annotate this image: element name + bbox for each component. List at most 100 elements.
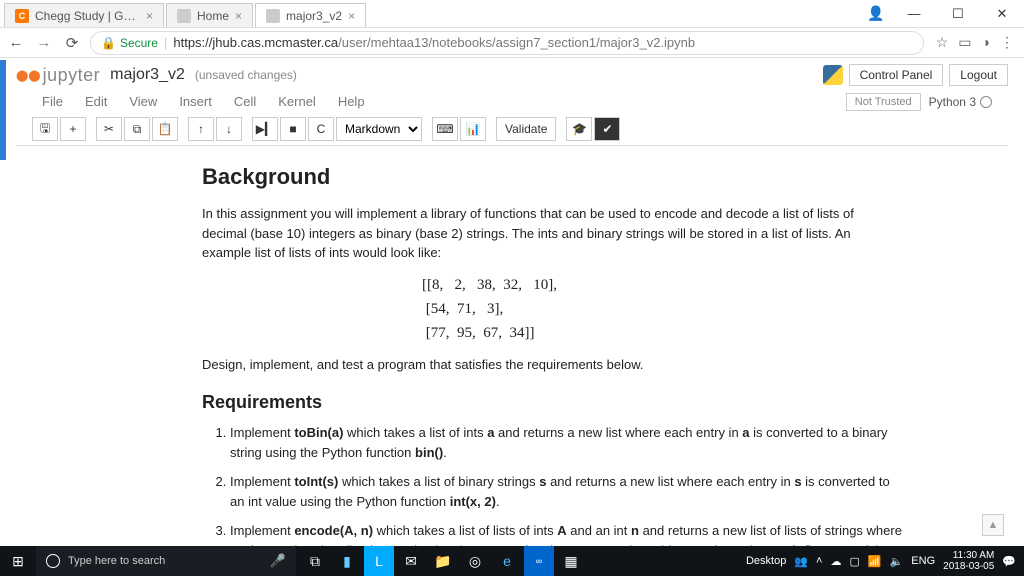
tray-volume-icon[interactable]: 🔈 (890, 555, 904, 568)
left-edge-highlight (0, 60, 6, 160)
taskbar-apps: ⧉ ▮ L ✉ 📁 ◎ e ∞ ▦ (296, 546, 590, 576)
restart-button[interactable]: C (308, 117, 334, 141)
edge-icon[interactable]: e (492, 546, 522, 576)
browser-tab-home[interactable]: Home × (166, 3, 253, 27)
requirements-list: Implement toBin(a) which takes a list of… (230, 423, 902, 546)
tray-lang[interactable]: ENG (911, 555, 935, 567)
forward-button[interactable]: → (34, 34, 54, 51)
example-matrix: [[8, 2, 38, 32, 10], [54, 71, 3], [77, 9… (422, 273, 902, 345)
tab-title: Home (197, 9, 229, 23)
menu-help[interactable]: Help (328, 90, 375, 113)
window-controls: — ☐ ✕ (892, 0, 1024, 27)
cortana-icon (46, 554, 60, 568)
extension-icon[interactable]: ◑ (982, 34, 990, 51)
kernel-status-icon (980, 96, 992, 108)
addressbar-actions: ☆ ▭ ◑ ⋮ (932, 34, 1018, 51)
favicon-jupyter (266, 9, 280, 23)
heading-background: Background (202, 164, 902, 190)
app-icon[interactable]: ▦ (556, 546, 586, 576)
logout-button[interactable]: Logout (949, 64, 1008, 86)
browser-tab-chegg[interactable]: C Chegg Study | Guided So × (4, 3, 164, 27)
scroll-top-button[interactable]: ▲ (982, 514, 1004, 536)
keyboard-button[interactable]: ⌨ (432, 117, 458, 141)
app-icon[interactable]: ∞ (524, 546, 554, 576)
run-button[interactable]: ▶▎ (252, 117, 278, 141)
tray-clock[interactable]: 11:30 AM 2018-03-05 (943, 550, 994, 572)
mail-icon[interactable]: ✉ (396, 546, 426, 576)
secure-badge: 🔒 Secure (101, 36, 158, 50)
validate-button[interactable]: Validate (496, 117, 556, 141)
back-button[interactable]: ← (6, 34, 26, 51)
copy-button[interactable]: ⧉ (124, 117, 150, 141)
tray-wifi-icon[interactable]: 📶 (868, 555, 882, 568)
stop-button[interactable]: ■ (280, 117, 306, 141)
move-up-button[interactable]: ↑ (188, 117, 214, 141)
reload-button[interactable]: ⟳ (62, 34, 82, 52)
tab-close-icon[interactable]: × (146, 9, 153, 23)
tray-notifications-icon[interactable]: 💬 (1002, 555, 1016, 568)
add-cell-button[interactable]: + (60, 117, 86, 141)
desktop-label[interactable]: Desktop (746, 555, 786, 567)
menu-kernel[interactable]: Kernel (268, 90, 326, 113)
control-panel-button[interactable]: Control Panel (849, 64, 944, 86)
tab-title: major3_v2 (286, 9, 342, 23)
tab-title: Chegg Study | Guided So (35, 9, 140, 23)
search-placeholder: Type here to search (68, 555, 165, 567)
maximize-button[interactable]: ☐ (936, 0, 980, 27)
browser-addressbar: ← → ⟳ 🔒 Secure | https://jhub.cas.mcmast… (0, 28, 1024, 58)
taskbar-search[interactable]: Type here to search 🎤 (36, 546, 296, 576)
app-icon[interactable]: ▮ (332, 546, 362, 576)
star-icon[interactable]: ☆ (936, 34, 949, 51)
mic-icon[interactable]: 🎤 (270, 553, 286, 569)
notebook-name[interactable]: major3_v2 (110, 66, 185, 84)
list-item: Implement toInt(s) which takes a list of… (230, 472, 902, 511)
secure-label: Secure (120, 36, 158, 50)
present-button[interactable]: 🎓 (566, 117, 592, 141)
tab-close-icon[interactable]: × (235, 9, 242, 23)
url-text: https://jhub.cas.mcmaster.ca/user/mehtaa… (173, 35, 695, 50)
chrome-icon[interactable]: ◎ (460, 546, 490, 576)
python-logo-icon (823, 65, 843, 85)
jupyter-logo[interactable]: ⬤⬤ jupyter (16, 65, 100, 86)
profile-icon[interactable]: 👤 (860, 0, 892, 27)
save-button[interactable]: 🖫 (32, 117, 58, 141)
paste-button[interactable]: 📋 (152, 117, 178, 141)
kernel-indicator[interactable]: Python 3 (929, 95, 992, 109)
menu-view[interactable]: View (119, 90, 167, 113)
not-trusted-badge[interactable]: Not Trusted (846, 93, 921, 111)
tray-battery-icon[interactable]: ▢ (849, 555, 859, 568)
menu-insert[interactable]: Insert (169, 90, 222, 113)
browser-titlebar: C Chegg Study | Guided So × Home × major… (0, 0, 1024, 28)
chart-button[interactable]: 📊 (460, 117, 486, 141)
paragraph: Design, implement, and test a program th… (202, 355, 902, 375)
app-icon[interactable]: L (364, 546, 394, 576)
move-down-button[interactable]: ↓ (216, 117, 242, 141)
notebook-scroll-area[interactable]: Background In this assignment you will i… (0, 146, 1024, 546)
jupyter-header: ⬤⬤ jupyter major3_v2 (unsaved changes) C… (0, 58, 1024, 146)
tray-chevron-icon[interactable]: ˄ (816, 555, 822, 567)
tab-close-icon[interactable]: × (348, 9, 355, 23)
celltype-select[interactable]: Markdown (336, 117, 422, 141)
favicon-home (177, 9, 191, 23)
url-field[interactable]: 🔒 Secure | https://jhub.cas.mcmaster.ca/… (90, 31, 924, 55)
tray-people-icon[interactable]: 👥 (794, 555, 808, 568)
close-button[interactable]: ✕ (980, 0, 1024, 27)
minimize-button[interactable]: — (892, 0, 936, 27)
jupyter-menubar: File Edit View Insert Cell Kernel Help N… (16, 86, 1008, 113)
check-button[interactable]: ✔ (594, 117, 620, 141)
menu-file[interactable]: File (32, 90, 73, 113)
jupyter-toolbar: 🖫 + ✂ ⧉ 📋 ↑ ↓ ▶▎ ■ C Markdown ⌨ 📊 Valida… (16, 113, 1008, 146)
menu-cell[interactable]: Cell (224, 90, 266, 113)
notebook-status: (unsaved changes) (195, 68, 297, 82)
menu-edit[interactable]: Edit (75, 90, 117, 113)
menu-icon[interactable]: ⋮ (1000, 34, 1014, 51)
tray-onedrive-icon[interactable]: ☁ (830, 555, 841, 568)
browser-tab-major3[interactable]: major3_v2 × (255, 3, 366, 27)
start-button[interactable]: ⊞ (0, 553, 36, 570)
paragraph: In this assignment you will implement a … (202, 204, 902, 263)
taskview-icon[interactable]: ⧉ (300, 546, 330, 576)
favicon-chegg: C (15, 9, 29, 23)
explorer-icon[interactable]: 📁 (428, 546, 458, 576)
cut-button[interactable]: ✂ (96, 117, 122, 141)
cast-icon[interactable]: ▭ (958, 34, 971, 51)
